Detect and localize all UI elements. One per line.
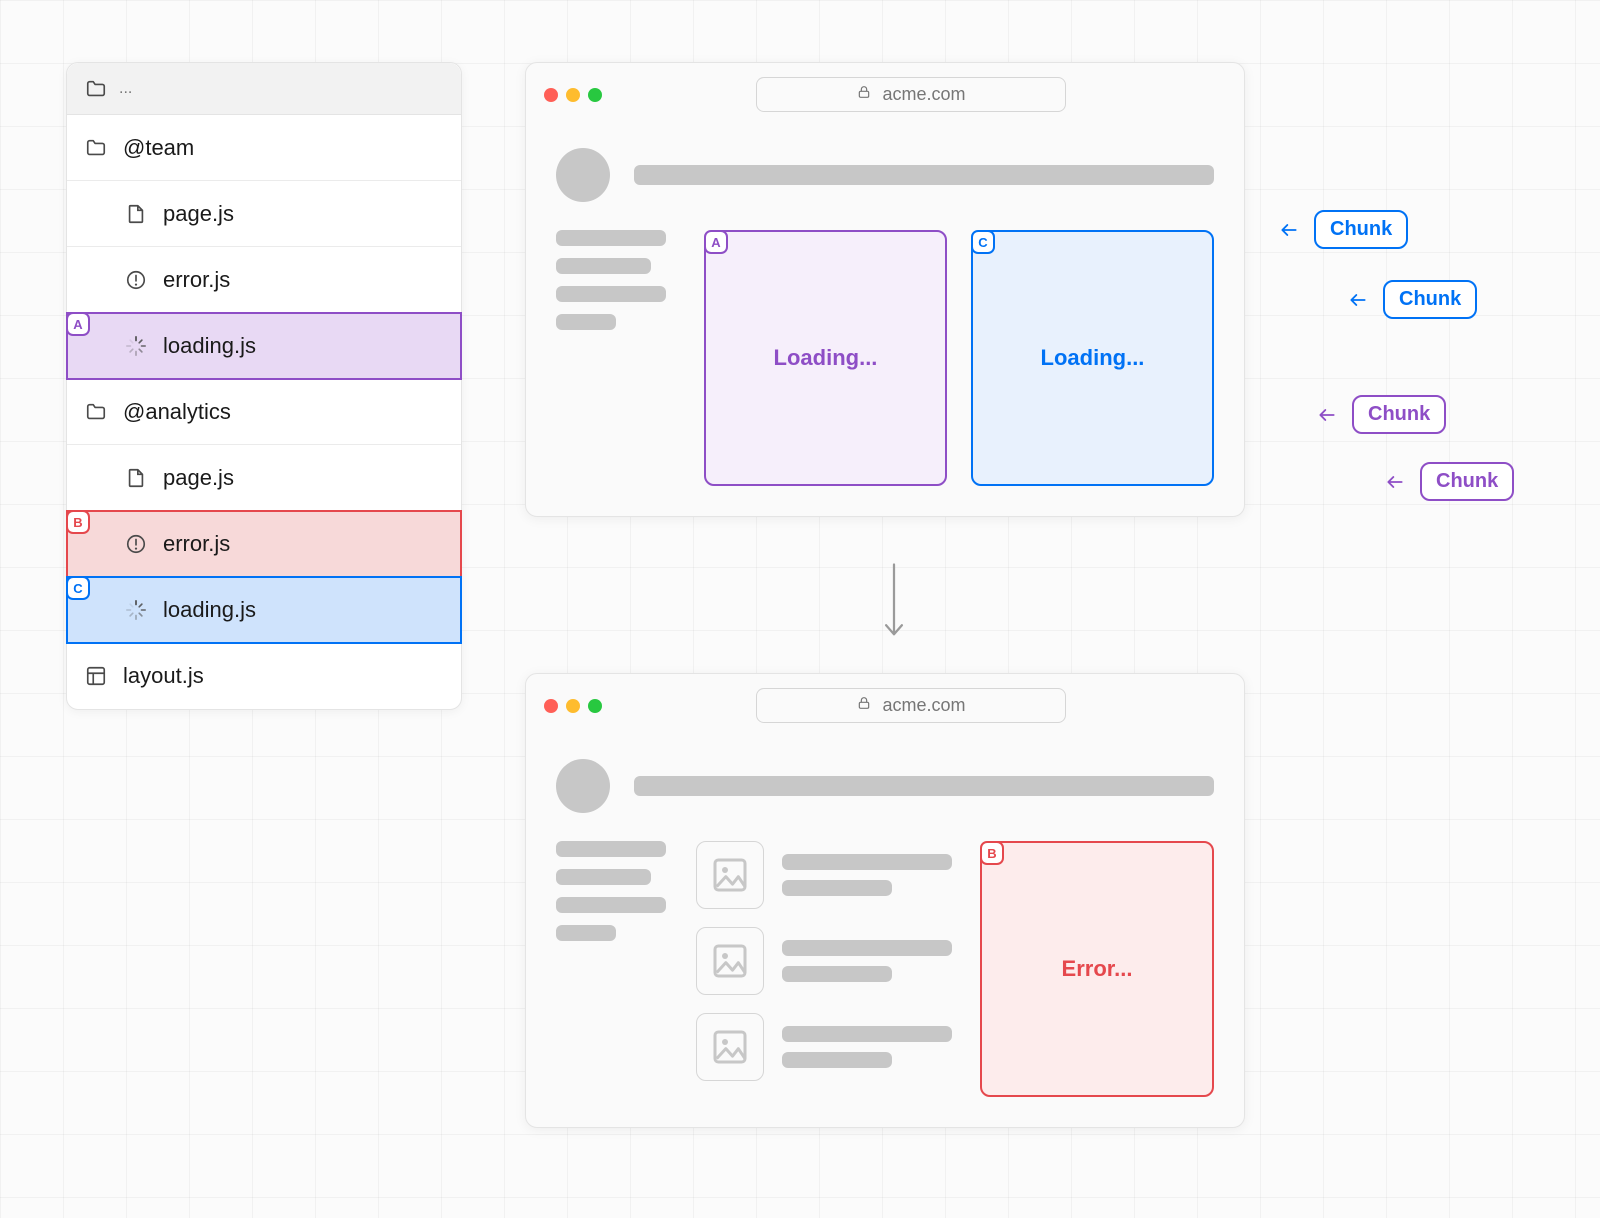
file-tree-label: page.js: [163, 465, 234, 491]
slot-tag-badge: C: [971, 230, 995, 254]
titlebar: acme.com: [526, 674, 1244, 737]
heading-placeholder: [634, 165, 1214, 185]
slot-tag-badge: B: [980, 841, 1004, 865]
file-tree-row[interactable]: @analytics: [67, 379, 461, 445]
slot-status-label: Error...: [1062, 956, 1133, 982]
file-tree-label: @team: [123, 135, 194, 161]
list-item: [696, 841, 952, 909]
arrow-left-icon: [1343, 290, 1373, 310]
maximize-dot-icon: [588, 699, 602, 713]
arrow-left-icon: [1380, 472, 1410, 492]
file-icon: [125, 467, 147, 489]
stream-chunk-label: Chunk: [1380, 462, 1514, 501]
image-placeholder-icon: [696, 1013, 764, 1081]
lock-icon: [856, 695, 872, 716]
file-tree-row[interactable]: Aloading.js: [67, 313, 461, 379]
titlebar: acme.com: [526, 63, 1244, 126]
file-tree-row[interactable]: Berror.js: [67, 511, 461, 577]
content-list: [696, 841, 952, 1097]
row-tag-badge: A: [66, 312, 90, 336]
error-icon: [125, 269, 147, 291]
address-bar-url: acme.com: [882, 84, 965, 105]
parallel-route-slot: B Error...: [980, 841, 1214, 1097]
file-tree-label: @analytics: [123, 399, 231, 425]
file-tree-row[interactable]: page.js: [67, 181, 461, 247]
file-tree-row[interactable]: error.js: [67, 247, 461, 313]
file-tree-panel: ... @team page.js error.js Aloading.js @anal…: [66, 62, 462, 710]
file-tree-label: error.js: [163, 531, 230, 557]
file-tree-row[interactable]: layout.js: [67, 643, 461, 709]
transition-arrow-icon: [880, 560, 908, 655]
arrow-left-icon: [1274, 220, 1304, 240]
error-icon: [125, 533, 147, 555]
sidebar-placeholder: [556, 230, 676, 486]
lock-icon: [856, 84, 872, 105]
folder-icon: [85, 401, 107, 423]
spinner-icon: [125, 599, 147, 621]
row-tag-badge: C: [66, 576, 90, 600]
address-bar-url: acme.com: [882, 695, 965, 716]
file-tree-label: error.js: [163, 267, 230, 293]
file-tree-label: layout.js: [123, 663, 204, 689]
layout-icon: [85, 665, 107, 687]
file-tree-header: ...: [67, 63, 461, 115]
image-placeholder-icon: [696, 841, 764, 909]
chunk-pill: Chunk: [1420, 462, 1514, 501]
arrow-left-icon: [1312, 405, 1342, 425]
file-icon: [125, 203, 147, 225]
stream-chunk-label: Chunk: [1312, 395, 1446, 434]
browser-mockup-error: acme.com: [525, 673, 1245, 1128]
slot-status-label: Loading...: [1041, 345, 1145, 371]
stream-chunk-label: Chunk: [1343, 280, 1477, 319]
chunk-pill: Chunk: [1352, 395, 1446, 434]
list-item: [696, 927, 952, 995]
browser-mockup-loading: acme.com A Loading... C Loading...: [525, 62, 1245, 517]
breadcrumb: ...: [119, 80, 132, 98]
file-tree-label: loading.js: [163, 333, 256, 359]
minimize-dot-icon: [566, 88, 580, 102]
avatar-placeholder: [556, 759, 610, 813]
file-tree-row[interactable]: page.js: [67, 445, 461, 511]
chunk-pill: Chunk: [1314, 210, 1408, 249]
close-dot-icon: [544, 88, 558, 102]
avatar-placeholder: [556, 148, 610, 202]
address-bar: acme.com: [756, 77, 1066, 112]
file-tree-row[interactable]: Cloading.js: [67, 577, 461, 643]
file-tree-label: loading.js: [163, 597, 256, 623]
maximize-dot-icon: [588, 88, 602, 102]
traffic-lights: [544, 88, 602, 102]
image-placeholder-icon: [696, 927, 764, 995]
page-skeleton: B Error...: [526, 737, 1244, 1127]
slot-tag-badge: A: [704, 230, 728, 254]
page-skeleton: A Loading... C Loading...: [526, 126, 1244, 516]
address-bar: acme.com: [756, 688, 1066, 723]
close-dot-icon: [544, 699, 558, 713]
folder-icon: [85, 137, 107, 159]
folder-icon: [85, 78, 107, 100]
chunk-pill: Chunk: [1383, 280, 1477, 319]
file-tree-row[interactable]: @team: [67, 115, 461, 181]
file-tree-label: page.js: [163, 201, 234, 227]
row-tag-badge: B: [66, 510, 90, 534]
sidebar-placeholder: [556, 841, 668, 1097]
spinner-icon: [125, 335, 147, 357]
traffic-lights: [544, 699, 602, 713]
list-item: [696, 1013, 952, 1081]
parallel-route-slot: C Loading...: [971, 230, 1214, 486]
parallel-route-slot: A Loading...: [704, 230, 947, 486]
minimize-dot-icon: [566, 699, 580, 713]
heading-placeholder: [634, 776, 1214, 796]
slot-status-label: Loading...: [774, 345, 878, 371]
stream-chunk-label: Chunk: [1274, 210, 1408, 249]
